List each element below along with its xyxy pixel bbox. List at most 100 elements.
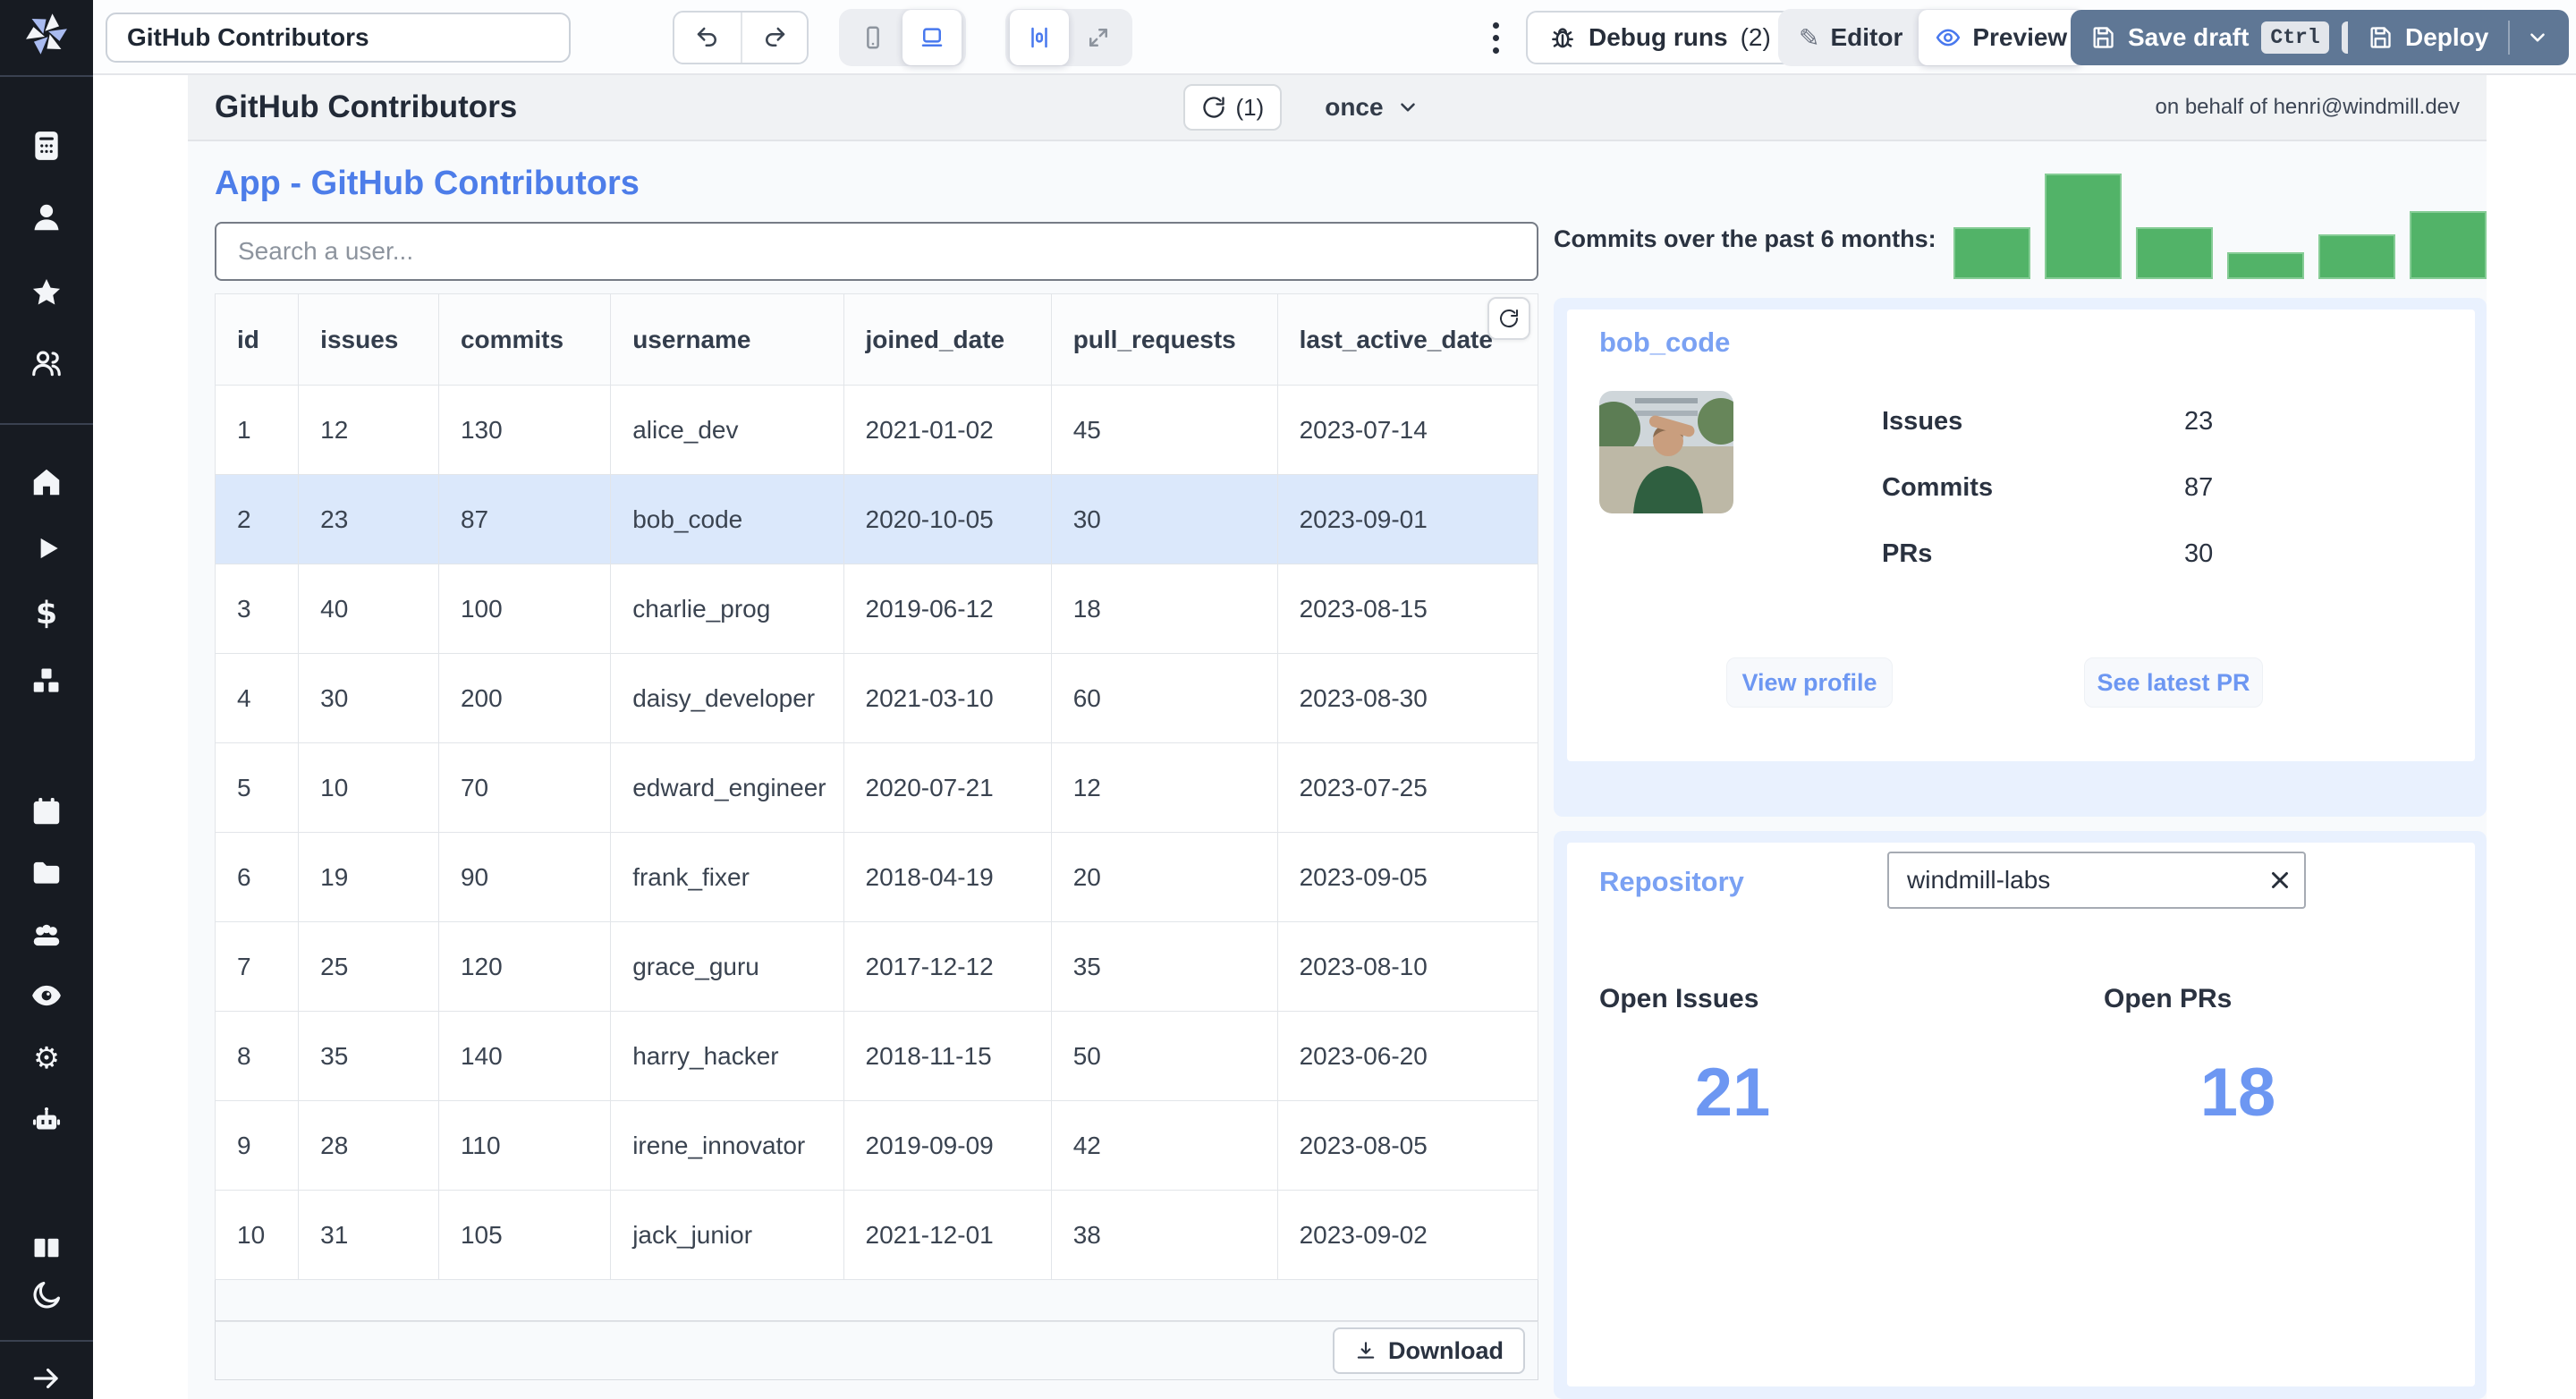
editor-preview-toggle: ✎ Editor Preview [1778,9,2089,66]
table-cell: 130 [437,385,612,475]
bot-icon [32,1106,61,1130]
table-row[interactable]: 5 10 70 edward_engineer 2020-07-21 12 2023-07-… [214,742,1539,833]
user-card: bob_code Issues 23 Commits 87 PRs 30 Vie… [1567,309,2475,761]
table-row[interactable]: 3 40 100 charlie_prog 2019-06-12 18 2023-08-15 [214,564,1539,654]
table-row[interactable]: 9 28 110 irene_innovator 2019-09-09 42 2023-08… [214,1100,1539,1191]
svg-text:⚙: ⚙ [33,1040,60,1074]
repository-input[interactable] [1887,852,2306,909]
column-header-joined_date[interactable]: joined_date [843,293,1052,386]
commit-bar [2045,174,2122,279]
redo-button[interactable] [741,13,807,63]
view-profile-button[interactable]: View profile [1726,657,1893,708]
see-latest-pr-button[interactable]: See latest PR [2084,657,2263,708]
preview-label: Preview [1972,23,2068,51]
mobile-view-button[interactable] [843,13,902,62]
column-header-username[interactable]: username [610,293,844,386]
maximize-icon [1089,29,1107,47]
table-cell: 2023-09-01 [1276,474,1539,564]
more-options-button[interactable] [1478,20,1513,55]
open-issues-value: 21 [1694,1055,1771,1131]
sidebar-item-play[interactable] [27,529,66,568]
sidebar-item-user[interactable] [27,198,66,237]
home-icon [33,469,60,496]
table-cell: 70 [437,742,612,833]
table-cell: 2023-06-20 [1276,1011,1539,1101]
sidebar-item-boxes[interactable] [27,661,66,700]
sidebar-item-gear[interactable]: ⚙ [27,1038,66,1077]
save-draft-button[interactable]: Save draft Ctrl S [2071,10,2392,65]
deploy-button[interactable]: Deploy [2348,10,2570,65]
table-row[interactable]: 2 23 87 bob_code 2020-10-05 30 2023-09-01 [214,474,1539,564]
commit-bar [1953,227,2030,279]
user-group-icon [33,924,60,946]
table-cell: 2023-08-10 [1276,921,1539,1012]
schedule-dropdown[interactable]: once [1325,93,1419,122]
table-cell: 10 [214,1190,300,1280]
column-header-issues[interactable]: issues [298,293,439,386]
table-cell: 31 [298,1190,439,1280]
column-header-pull_requests[interactable]: pull_requests [1050,293,1278,386]
table-cell: 18 [1050,564,1278,654]
sidebar-item-folder[interactable] [27,852,66,892]
download-button[interactable]: Download [1333,1327,1525,1374]
user-stats: Issues 23 Commits 87 PRs 30 [1882,388,2383,587]
stat-label: Issues [1882,406,1963,436]
table-row[interactable]: 4 30 200 daisy_developer 2021-03-10 60 2023-08… [214,653,1539,743]
app-name-input[interactable] [106,13,571,63]
eye-icon [1936,29,1961,47]
sidebar-item-arrow-right[interactable] [27,1359,66,1398]
stat-row: PRs 30 [1882,521,2383,587]
sidebar-item-calendar[interactable] [27,792,66,831]
undo-redo-group [673,11,809,64]
debug-runs-button[interactable]: Debug runs (2) [1526,11,1794,64]
app-refresh-button[interactable]: (1) [1183,84,1283,131]
clear-icon[interactable] [2267,867,2293,894]
table-cell: 60 [1050,653,1278,743]
sidebar-item-star[interactable] [27,273,66,312]
table-cell: 2021-01-02 [843,385,1052,475]
laptop-icon [921,28,943,47]
table-refresh-button[interactable] [1487,297,1530,340]
sidebar-item-bot[interactable] [27,1101,66,1140]
commit-bar [2410,211,2487,279]
sidebar-item-calculator[interactable] [27,126,66,165]
table-row[interactable]: 10 31 105 jack_junior 2021-12-01 38 2023-09-02 [214,1190,1539,1280]
svg-text:$: $ [36,597,57,631]
fullwidth-layout-button[interactable] [1069,13,1128,62]
editor-tab[interactable]: ✎ Editor [1783,13,1919,62]
table-empty-footer [215,1280,1538,1321]
sidebar-item-moon[interactable] [27,1276,66,1315]
sidebar-item-user-group[interactable] [27,914,66,954]
column-header-id[interactable]: id [214,293,300,386]
search-input[interactable] [215,222,1538,281]
table-cell: 10 [298,742,439,833]
table-cell: grace_guru [610,921,844,1012]
user-card-username: bob_code [1599,326,1731,358]
table-row[interactable]: 1 12 130 alice_dev 2021-01-02 45 2023-07-14 [214,385,1539,475]
desktop-view-button[interactable] [902,10,962,65]
sidebar-item-home[interactable] [27,462,66,502]
sidebar-item-dollar[interactable]: $ [27,594,66,633]
column-header-commits[interactable]: commits [437,293,612,386]
sidebar-item-users[interactable] [27,343,66,383]
center-layout-button[interactable] [1010,10,1069,65]
table-cell: frank_fixer [610,832,844,922]
chevron-down-icon[interactable] [2526,26,2549,49]
table-row[interactable]: 7 25 120 grace_guru 2017-12-12 35 2023-08-10 [214,921,1539,1012]
table-cell: 12 [1050,742,1278,833]
app-header-bar: GitHub Contributors (1) once on behalf o… [188,75,2487,141]
table-cell: 2018-11-15 [843,1011,1052,1101]
page-title: App - GitHub Contributors [215,165,640,202]
sidebar-item-books[interactable] [27,1228,66,1268]
undo-button[interactable] [674,13,741,63]
refresh-count: (1) [1235,93,1265,121]
sidebar-item-eye[interactable] [27,976,66,1015]
schedule-label: once [1325,93,1384,121]
refresh-icon [1500,309,1519,327]
commit-bar [2136,227,2213,279]
preview-tab[interactable]: Preview [1919,10,2084,65]
table-row[interactable]: 6 19 90 frank_fixer 2018-04-19 20 2023-09-05 [214,832,1539,922]
table-row[interactable]: 8 35 140 harry_hacker 2018-11-15 50 2023-06-20 [214,1011,1539,1101]
user-panel: bob_code Issues 23 Commits 87 PRs 30 Vie… [1554,298,2487,817]
windmill-logo-icon[interactable] [23,11,70,57]
